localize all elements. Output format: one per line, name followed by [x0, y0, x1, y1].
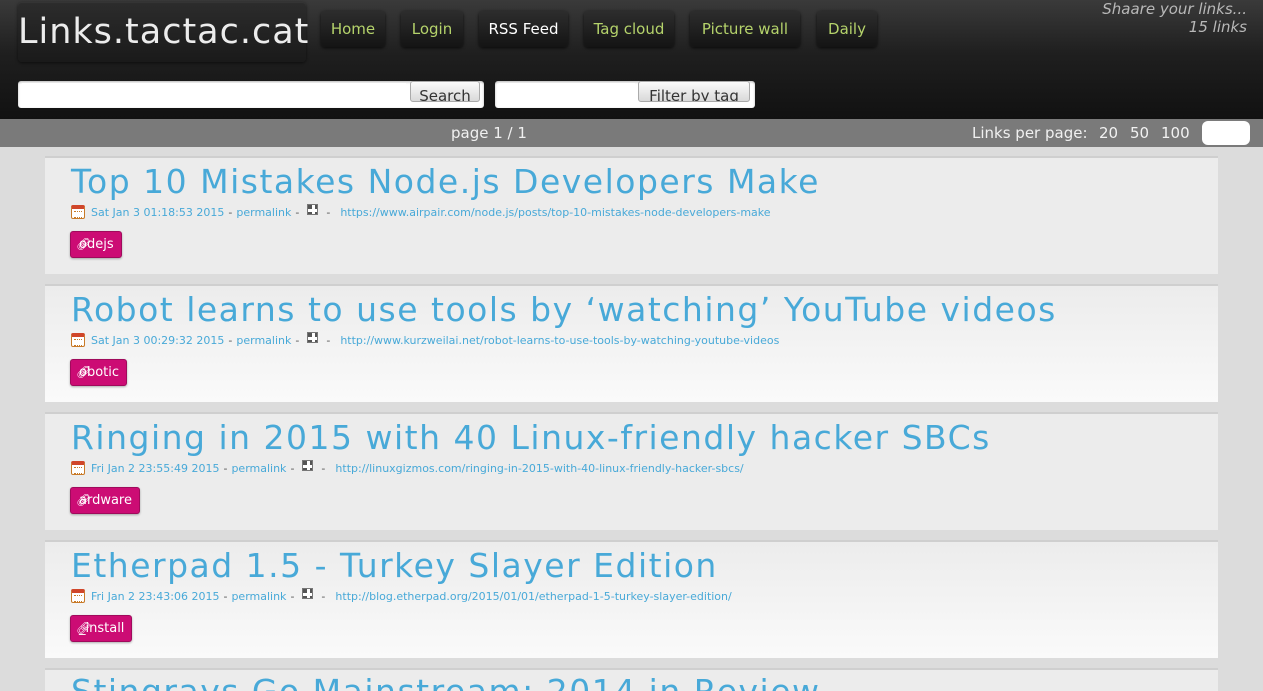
link-count: 15 links	[1188, 18, 1247, 36]
tag-button[interactable]: 🔗︎ _install	[70, 615, 133, 642]
separator: -	[326, 205, 331, 219]
permalink-link[interactable]: permalink	[231, 590, 286, 603]
link-meta: Sat Jan 3 01:18:53 2015 - permalink - - …	[71, 203, 771, 220]
calendar-icon	[71, 589, 85, 603]
separator: -	[290, 589, 295, 603]
link-title[interactable]: Ringing in 2015 with 40 Linux-friendly h…	[71, 418, 991, 457]
qrcode-icon[interactable]	[302, 459, 314, 471]
link-url[interactable]: http://linuxgizmos.com/ringing-in-2015-w…	[335, 462, 743, 475]
separator: -	[321, 461, 326, 475]
link-title[interactable]: Etherpad 1.5 - Turkey Slayer Edition	[71, 546, 718, 585]
permalink-link[interactable]: permalink	[231, 462, 286, 475]
link-date[interactable]: Fri Jan 2 23:55:49 2015	[91, 462, 219, 475]
header-info: Shaare your links... 15 links	[1102, 0, 1247, 36]
link-date[interactable]: Fri Jan 2 23:43:06 2015	[91, 590, 219, 603]
separator: -	[321, 589, 326, 603]
tag-filter-form: Filter by tag	[495, 81, 755, 108]
link-url[interactable]: http://blog.etherpad.org/2015/01/01/ethe…	[335, 590, 731, 603]
links-per-page-label: Links per page:	[972, 124, 1088, 142]
separator: -	[295, 333, 300, 347]
link-item: Stingrays Go Mainstream: 2014 in Review	[45, 668, 1218, 691]
nav-picture-wall[interactable]: Picture wall	[690, 11, 800, 47]
link-item: Top 10 Mistakes Node.js Developers Make …	[45, 156, 1218, 274]
links-per-page-50[interactable]: 50	[1130, 124, 1149, 142]
permalink-link[interactable]: permalink	[236, 206, 291, 219]
separator: -	[326, 333, 331, 347]
qrcode-icon[interactable]	[307, 331, 319, 343]
nav-tag-cloud[interactable]: Tag cloud	[584, 11, 674, 47]
link-meta: Fri Jan 2 23:43:06 2015 - permalink - - …	[71, 587, 732, 604]
page-indicator: page 1 / 1	[451, 124, 527, 142]
tag-label: _install	[79, 621, 125, 636]
links-per-page-100[interactable]: 100	[1161, 124, 1190, 142]
separator: -	[228, 333, 233, 347]
link-meta: Fri Jan 2 23:55:49 2015 - permalink - - …	[71, 459, 744, 476]
search-form: Search	[18, 81, 484, 108]
permalink-link[interactable]: permalink	[236, 334, 291, 347]
tag-label: obotic	[79, 365, 120, 380]
calendar-icon	[71, 461, 85, 475]
tag-label: odejs	[79, 237, 114, 252]
links-per-page-input[interactable]	[1202, 121, 1250, 145]
calendar-icon	[71, 333, 85, 347]
separator: -	[223, 461, 228, 475]
link-title[interactable]: Stingrays Go Mainstream: 2014 in Review	[71, 672, 821, 691]
separator: -	[223, 589, 228, 603]
filter-by-tag-button[interactable]: Filter by tag	[638, 81, 750, 102]
header: Links.tactac.cat Home Login RSS Feed Tag…	[0, 0, 1263, 119]
tagline: Shaare your links...	[1102, 0, 1247, 18]
site-title[interactable]: Links.tactac.cat	[18, 2, 308, 62]
paging-bar: page 1 / 1 Links per page: 20 50 100	[0, 119, 1263, 147]
link-meta: Sat Jan 3 00:29:32 2015 - permalink - - …	[71, 331, 779, 348]
tag-label: ardware	[79, 493, 132, 508]
link-item: Etherpad 1.5 - Turkey Slayer Edition Fri…	[45, 540, 1218, 658]
link-item: Ringing in 2015 with 40 Linux-friendly h…	[45, 412, 1218, 530]
link-url[interactable]: https://www.airpair.com/node.js/posts/to…	[340, 206, 770, 219]
nav-home[interactable]: Home	[321, 11, 385, 47]
search-input[interactable]	[22, 83, 406, 105]
link-url[interactable]: http://www.kurzweilai.net/robot-learns-t…	[340, 334, 779, 347]
links-per-page-20[interactable]: 20	[1099, 124, 1118, 142]
tag-button[interactable]: 🔗︎ ardware	[70, 487, 140, 514]
qrcode-icon[interactable]	[302, 587, 314, 599]
nav-rss-feed[interactable]: RSS Feed	[479, 11, 568, 47]
link-title[interactable]: Top 10 Mistakes Node.js Developers Make	[71, 162, 820, 201]
tag-button[interactable]: 🔗︎ obotic	[70, 359, 128, 386]
nav-login[interactable]: Login	[401, 11, 463, 47]
link-date[interactable]: Sat Jan 3 01:18:53 2015	[91, 206, 224, 219]
tag-filter-input[interactable]	[499, 83, 635, 105]
search-button[interactable]: Search	[410, 81, 480, 102]
separator: -	[295, 205, 300, 219]
separator: -	[290, 461, 295, 475]
link-title[interactable]: Robot learns to use tools by ‘watching’ …	[71, 290, 1057, 329]
tag-button[interactable]: 🔗︎ odejs	[70, 231, 122, 258]
link-date[interactable]: Sat Jan 3 00:29:32 2015	[91, 334, 224, 347]
separator: -	[228, 205, 233, 219]
qrcode-icon[interactable]	[307, 203, 319, 215]
link-item: Robot learns to use tools by ‘watching’ …	[45, 284, 1218, 402]
calendar-icon	[71, 205, 85, 219]
nav-daily[interactable]: Daily	[817, 11, 877, 47]
